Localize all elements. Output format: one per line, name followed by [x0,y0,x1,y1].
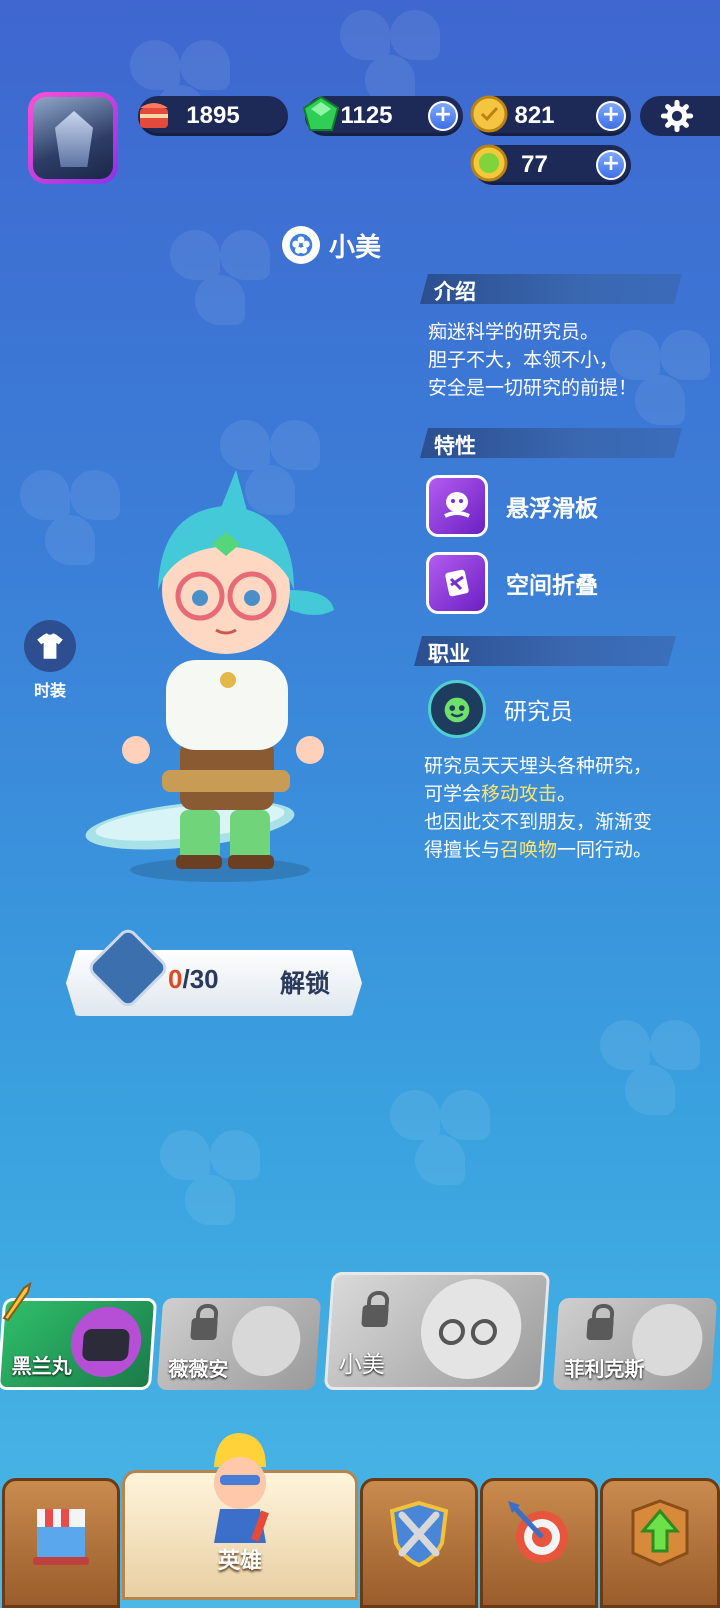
intro-line: 胆子不大，本领不小， [428,349,619,371]
cake-resource: 1895 [138,96,288,136]
hero-card-name: 黑兰丸 [11,1354,72,1378]
unlock-progress: 0/30 [168,964,219,995]
trait-label: 空间折叠 [506,573,598,599]
bg-flower [150,1120,270,1240]
hero-card-weiweian[interactable]: 薇薇安 [156,1298,322,1390]
shirt-icon [37,633,63,659]
hero-model[interactable] [80,470,360,890]
flower-badge-icon [282,226,320,264]
intro-header: 介绍 [420,274,682,304]
bg-flower [590,1010,710,1130]
hero-name: 小美 [329,232,382,263]
target-dart-icon [508,1501,568,1563]
intro-line: 安全是一切研究的前提！ [428,377,638,399]
shard-total: /30 [182,964,219,994]
nav-tab-heroes[interactable]: 英雄 [122,1433,358,1600]
gem-resource: 1125 + [302,95,463,136]
add-coins-button[interactable]: + [596,101,626,131]
intro-text: 痴迷科学的研究员。 胆子不大，本领不小， 安全是一切研究的前提！ [428,318,637,402]
profession-desc: 研究员天天埋头各种研究， 可学会移动攻击。 也因此交不到朋友，渐渐变 得擅长与召… [424,752,652,864]
token-resource: 77 + [470,144,631,185]
researcher-icon [428,680,486,738]
avatar-image [33,97,113,179]
fashion-button[interactable] [24,620,76,672]
hero-card-name: 菲利克斯 [564,1357,645,1381]
space-fold-icon [426,552,488,614]
profession-desc-line: 研究员天天埋头各种研究， [424,755,653,777]
bg-flower [160,220,280,340]
gold-coin-icon [470,95,508,133]
profession-header: 职业 [414,636,676,666]
nav-tab-battle[interactable] [360,1478,478,1608]
hero-tab-icon [214,1433,269,1543]
desc-text: 一同行动。 [557,839,653,861]
profession-desc-line: 可学会移动攻击。 [424,780,652,808]
profession-desc-line: 也因此交不到朋友，渐渐变 [424,811,653,833]
desc-text: 得擅长与 [424,839,501,861]
unlock-button[interactable]: 解锁 [280,964,330,1000]
lock-icon [190,1318,218,1340]
traits-header: 特性 [420,428,682,458]
profession-item[interactable]: 研究员 [428,680,573,738]
trait-label: 悬浮滑板 [506,496,598,522]
sword-icon [2,1281,32,1322]
hero-name-title: 小美 [282,226,381,264]
nav-tab-target[interactable] [480,1478,598,1608]
cake-icon [140,103,168,128]
hero-card-xiaomei[interactable]: 小美 [323,1272,551,1390]
gear-icon [660,99,694,133]
hero-portrait [229,1306,303,1376]
add-gems-button[interactable]: + [428,101,458,131]
profession-title: 职业 [428,642,470,666]
add-tokens-button[interactable]: + [596,150,626,180]
desc-text: 可学会 [424,783,482,805]
hero-card-name: 小美 [338,1352,385,1378]
coin-resource: 821 + [470,95,631,136]
nav-tab-shop[interactable] [2,1478,120,1608]
mask [81,1329,131,1361]
profession-desc-line: 得擅长与召唤物一同行动。 [424,836,652,864]
highlight-move-attack: 移动攻击 [481,783,558,805]
hero-card-name: 薇薇安 [168,1357,229,1381]
hoverboard-icon [426,475,488,537]
shard-current: 0 [168,964,183,994]
nav-tab-upgrade[interactable] [600,1478,720,1608]
gem-icon [302,95,340,131]
intro-title: 介绍 [434,280,476,304]
lock-icon [361,1305,389,1327]
lock-icon [586,1318,614,1340]
settings-button[interactable] [640,96,720,136]
intro-line: 痴迷科学的研究员。 [428,321,600,343]
green-token-icon [470,144,508,182]
trait-hoverboard[interactable]: 悬浮滑板 [426,475,598,537]
highlight-summons: 召唤物 [500,839,558,861]
profession-name: 研究员 [504,699,573,725]
nav-label-heroes: 英雄 [217,1549,262,1574]
traits-title: 特性 [434,434,476,458]
fashion-label: 时装 [33,681,66,700]
hero-card-feilikesi[interactable]: 菲利克斯 [552,1298,718,1390]
desc-text: 。 [557,783,577,805]
shop-icon [33,1509,89,1565]
player-avatar[interactable] [28,92,118,184]
bg-flower [380,1080,500,1200]
trait-space-fold[interactable]: 空间折叠 [426,552,598,614]
crossed-swords-shield-icon [389,1500,449,1568]
upgrade-arrow-icon [631,1499,689,1567]
